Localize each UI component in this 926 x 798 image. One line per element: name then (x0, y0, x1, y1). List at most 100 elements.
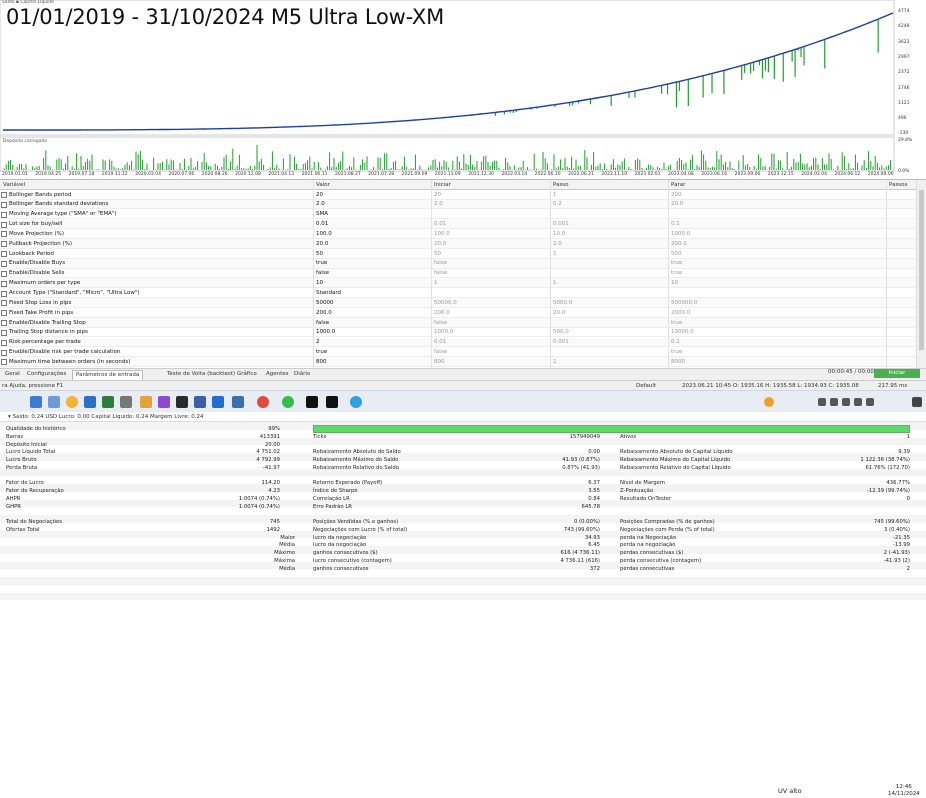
weather-uv[interactable]: UV alto (778, 787, 802, 795)
param-row[interactable]: Lot size for buy/sell 0.01 0.01 0.001 0.1 (0, 219, 916, 230)
param-row[interactable]: Maximum orders per type 10 1 1 10 (0, 278, 916, 289)
param-checkbox[interactable] (1, 290, 7, 297)
params-scrollbar[interactable] (916, 180, 926, 368)
param-checkbox[interactable] (1, 260, 7, 267)
param-value[interactable]: false (316, 270, 329, 276)
param-step[interactable]: 20.0 (553, 310, 565, 316)
param-row[interactable]: Fixed Stop Loss in pips 50000 50000.0 5000.… (0, 298, 916, 308)
param-row[interactable]: Maximum time between orders (in seconds)… (0, 357, 916, 368)
param-value[interactable]: 10 (316, 280, 323, 286)
param-checkbox[interactable] (1, 201, 7, 208)
param-value[interactable]: true (316, 260, 327, 266)
tray-icon[interactable] (830, 398, 838, 406)
param-checkbox[interactable] (1, 241, 7, 248)
param-row[interactable]: Enable/Disable Sells false false true (0, 269, 916, 279)
chrome-icon[interactable] (257, 396, 269, 408)
param-stop[interactable]: 10 (671, 280, 678, 286)
tab-agentes[interactable]: Agentes (263, 370, 292, 380)
param-row[interactable]: Fixed Take Profit in pips 200.0 200.0 20.0 2… (0, 308, 916, 318)
param-checkbox[interactable] (1, 280, 7, 287)
param-stop[interactable]: 10000.0 (671, 329, 694, 335)
param-checkbox[interactable] (1, 349, 7, 356)
param-value[interactable]: 20 (316, 192, 323, 198)
param-stop[interactable]: 200.0 (671, 241, 687, 247)
param-checkbox[interactable] (1, 211, 7, 218)
param-step[interactable]: 0.2 (553, 201, 562, 207)
whatsapp-icon[interactable] (282, 396, 294, 408)
tab-teste-de-volta-backtest-[interactable]: Teste de Volta (backtest) (164, 370, 238, 380)
param-step[interactable]: 1 (553, 280, 557, 286)
folder-icon[interactable] (140, 396, 152, 408)
start-button[interactable]: Iniciar (874, 369, 920, 378)
param-value[interactable]: 2 (316, 339, 320, 345)
param-step[interactable]: 1 (553, 192, 557, 198)
param-value[interactable]: false (316, 320, 329, 326)
param-value[interactable]: 50000 (316, 300, 334, 306)
app-icon[interactable] (158, 396, 170, 408)
param-value[interactable]: 50 (316, 251, 323, 257)
param-checkbox[interactable] (1, 221, 7, 228)
tab-par-metros-de-entrada[interactable]: Parâmetros de entrada (72, 370, 144, 380)
param-row[interactable]: Enable/Disable Buys true false true (0, 258, 916, 269)
param-checkbox[interactable] (1, 231, 7, 238)
weather-icon[interactable] (764, 397, 774, 407)
param-value[interactable]: 1000.0 (316, 329, 335, 335)
app-icon[interactable] (232, 396, 244, 408)
param-value[interactable]: 0.01 (316, 221, 328, 227)
param-stop[interactable]: 1000.0 (671, 231, 690, 237)
param-checkbox[interactable] (1, 300, 7, 307)
param-row[interactable]: Risk percentage per trade 2 0.01 0.001 0.1 (0, 337, 916, 348)
param-value[interactable]: SMA (316, 211, 328, 217)
param-checkbox[interactable] (1, 270, 7, 277)
param-step[interactable]: 1 (553, 251, 557, 257)
param-start[interactable]: 50000.0 (434, 300, 457, 306)
param-step[interactable]: 1 (553, 359, 557, 365)
param-stop[interactable]: true (671, 349, 682, 355)
param-checkbox[interactable] (1, 339, 7, 346)
param-stop[interactable]: 0.1 (671, 339, 680, 345)
wifi-icon[interactable] (842, 398, 850, 406)
tab-geral[interactable]: Geral (2, 370, 23, 380)
tab-gr-fico[interactable]: Gráfico (234, 370, 260, 380)
tray-icon[interactable] (818, 398, 826, 406)
param-stop[interactable]: 500000.0 (671, 300, 697, 306)
param-row[interactable]: Pullback Projection (%) 20.0 20.0 2.0 200.0 (0, 239, 916, 249)
param-stop[interactable]: 0.1 (671, 221, 680, 227)
param-checkbox[interactable] (1, 359, 7, 366)
param-checkbox[interactable] (1, 329, 7, 336)
param-stop[interactable]: true (671, 270, 682, 276)
param-start[interactable]: false (434, 260, 447, 266)
param-value[interactable]: 800 (316, 359, 327, 365)
param-start[interactable]: 0.01 (434, 221, 446, 227)
param-start[interactable]: 1 (434, 280, 438, 286)
param-start[interactable]: 1000.0 (434, 329, 453, 335)
app-icon[interactable] (30, 396, 42, 408)
app-icon[interactable] (84, 396, 96, 408)
notification-icon[interactable] (912, 397, 922, 407)
param-row[interactable]: Lookback Period 50 50 1 500 (0, 249, 916, 259)
param-start[interactable]: 20 (434, 192, 441, 198)
param-start[interactable]: 100.0 (434, 231, 450, 237)
param-start[interactable]: 200.0 (434, 310, 450, 316)
param-start[interactable]: 20.0 (434, 241, 446, 247)
param-checkbox[interactable] (1, 310, 7, 317)
param-start[interactable]: 50 (434, 251, 441, 257)
param-stop[interactable]: 500 (671, 251, 682, 257)
param-row[interactable]: Trailing Stop distance in pips 1000.0 1000… (0, 328, 916, 338)
param-start[interactable]: 2.0 (434, 201, 443, 207)
param-value[interactable]: 20.0 (316, 241, 328, 247)
xm-icon[interactable] (326, 396, 338, 408)
param-row[interactable]: Bollinger Bands standard deviations 2.0 2.… (0, 199, 916, 210)
param-stop[interactable]: true (671, 260, 682, 266)
param-stop[interactable]: true (671, 320, 682, 326)
param-value[interactable]: 200.0 (316, 310, 332, 316)
xm-icon[interactable] (306, 396, 318, 408)
param-row[interactable]: Moving Average type ("SMA" or "EMA") SMA (0, 210, 916, 220)
param-start[interactable]: false (434, 320, 447, 326)
param-checkbox[interactable] (1, 320, 7, 327)
param-checkbox[interactable] (1, 251, 7, 258)
param-row[interactable]: Move Projection (%) 100.0 100.0 10.0 1000.0 (0, 229, 916, 239)
mail-icon[interactable] (212, 396, 224, 408)
param-stop[interactable]: 2000.0 (671, 310, 690, 316)
param-stop[interactable]: 200 (671, 192, 682, 198)
